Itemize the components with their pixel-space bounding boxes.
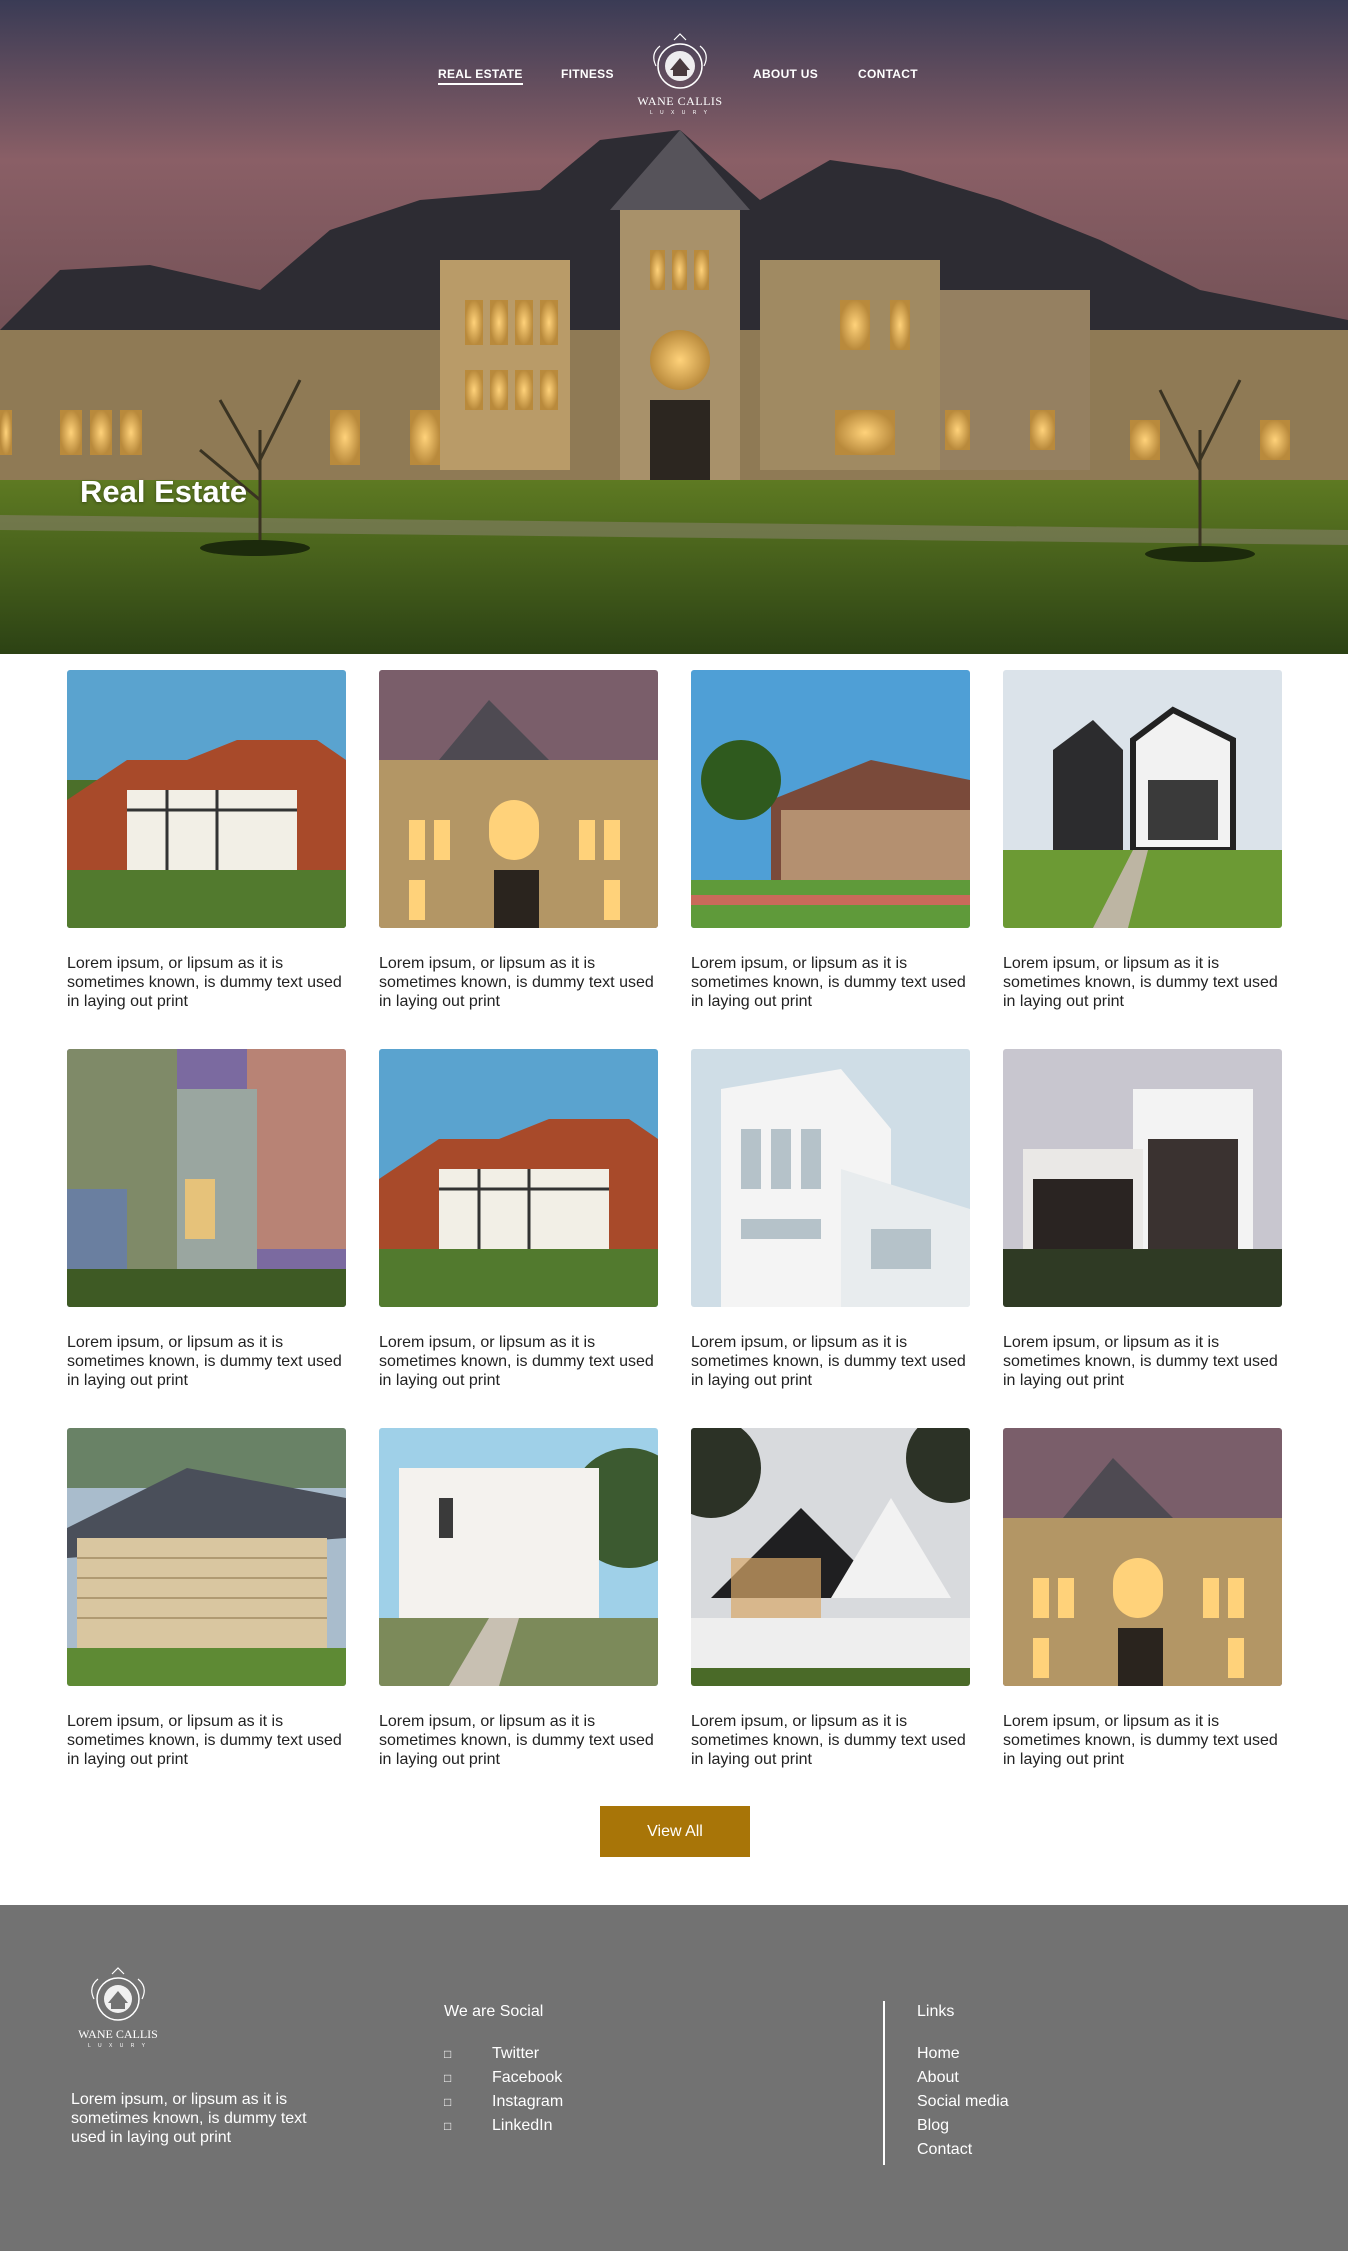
- property-card[interactable]: Lorem ipsum, or lipsum as it is sometime…: [379, 1428, 658, 1769]
- social-label: Facebook: [492, 2069, 563, 2086]
- property-card[interactable]: Lorem ipsum, or lipsum as it is sometime…: [691, 670, 970, 1011]
- links-heading: Links: [917, 2003, 955, 2020]
- property-card[interactable]: Lorem ipsum, or lipsum as it is sometime…: [1003, 670, 1282, 1011]
- social-link-linkedin[interactable]: □ LinkedIn: [444, 2114, 563, 2138]
- property-photo: [379, 1049, 658, 1307]
- property-caption: Lorem ipsum, or lipsum as it is sometime…: [379, 955, 654, 1010]
- footer-links: Home About Social media Blog Contact: [917, 2042, 1009, 2162]
- linkedin-icon: □: [444, 2119, 452, 2133]
- instagram-icon: □: [444, 2095, 452, 2109]
- site-footer: WANE CALLIS L U X U R Y Lorem ipsum, or …: [0, 1905, 1348, 2251]
- property-photo: [1003, 1049, 1282, 1307]
- footer-link-social-media[interactable]: Social media: [917, 2090, 1009, 2114]
- nav-contact[interactable]: CONTACT: [858, 67, 918, 81]
- property-card[interactable]: Lorem ipsum, or lipsum as it is sometime…: [691, 1049, 970, 1390]
- nav-real-estate[interactable]: REAL ESTATE: [438, 67, 523, 85]
- property-photo: [67, 1428, 346, 1686]
- property-photo: [379, 1428, 658, 1686]
- footer-divider: [883, 2001, 885, 2165]
- crest-icon: [653, 33, 707, 89]
- property-caption: Lorem ipsum, or lipsum as it is sometime…: [379, 1334, 654, 1389]
- property-photo: [67, 670, 346, 928]
- page-title: Real Estate: [80, 474, 248, 509]
- property-card[interactable]: Lorem ipsum, or lipsum as it is sometime…: [691, 1428, 970, 1769]
- top-navigation: REAL ESTATE FITNESS WANE CALLIS L U X U …: [0, 0, 1348, 130]
- property-caption: Lorem ipsum, or lipsum as it is sometime…: [67, 1713, 342, 1768]
- twitter-icon: □: [444, 2047, 452, 2061]
- footer-logo-name: WANE CALLIS: [78, 2027, 158, 2041]
- property-caption: Lorem ipsum, or lipsum as it is sometime…: [67, 955, 342, 1010]
- social-heading: We are Social: [444, 2003, 544, 2020]
- property-card[interactable]: Lorem ipsum, or lipsum as it is sometime…: [1003, 1049, 1282, 1390]
- property-photo: [1003, 670, 1282, 928]
- footer-link-about[interactable]: About: [917, 2066, 1009, 2090]
- property-card[interactable]: Lorem ipsum, or lipsum as it is sometime…: [1003, 1428, 1282, 1769]
- view-all-button[interactable]: View All: [600, 1806, 750, 1857]
- footer-link-home[interactable]: Home: [917, 2042, 1009, 2066]
- nav-fitness[interactable]: FITNESS: [561, 67, 614, 81]
- nav-about-us[interactable]: ABOUT US: [753, 67, 818, 81]
- property-card[interactable]: Lorem ipsum, or lipsum as it is sometime…: [67, 670, 346, 1011]
- social-link-instagram[interactable]: □ Instagram: [444, 2090, 563, 2114]
- property-photo: [691, 1428, 970, 1686]
- social-label: Instagram: [492, 2093, 564, 2110]
- property-caption: Lorem ipsum, or lipsum as it is sometime…: [691, 955, 966, 1010]
- footer-link-blog[interactable]: Blog: [917, 2114, 1009, 2138]
- property-card[interactable]: Lorem ipsum, or lipsum as it is sometime…: [67, 1428, 346, 1769]
- social-links: □ Twitter □ Facebook □ Instagram □ Linke…: [444, 2042, 563, 2138]
- brand-logo[interactable]: WANE CALLIS L U X U R Y: [630, 32, 730, 118]
- property-caption: Lorem ipsum, or lipsum as it is sometime…: [1003, 1334, 1278, 1389]
- property-card[interactable]: Lorem ipsum, or lipsum as it is sometime…: [379, 1049, 658, 1390]
- property-photo: [691, 1049, 970, 1307]
- social-label: Twitter: [492, 2045, 540, 2062]
- property-photo: [691, 670, 970, 928]
- property-photo: [1003, 1428, 1282, 1686]
- crest-icon: [91, 1967, 145, 2021]
- footer-description: Lorem ipsum, or lipsum as it is sometime…: [71, 2091, 307, 2146]
- footer-logo-tagline: L U X U R Y: [88, 2043, 148, 2049]
- property-photo: [67, 1049, 346, 1307]
- property-caption: Lorem ipsum, or lipsum as it is sometime…: [691, 1713, 966, 1768]
- hero-banner: REAL ESTATE FITNESS WANE CALLIS L U X U …: [0, 0, 1348, 654]
- logo-tagline: L U X U R Y: [650, 110, 710, 116]
- logo-name: WANE CALLIS: [637, 94, 723, 108]
- property-caption: Lorem ipsum, or lipsum as it is sometime…: [379, 1713, 654, 1768]
- social-link-facebook[interactable]: □ Facebook: [444, 2066, 563, 2090]
- property-card[interactable]: Lorem ipsum, or lipsum as it is sometime…: [379, 670, 658, 1011]
- facebook-icon: □: [444, 2071, 452, 2085]
- property-caption: Lorem ipsum, or lipsum as it is sometime…: [691, 1334, 966, 1389]
- footer-link-contact[interactable]: Contact: [917, 2138, 1009, 2162]
- footer-logo[interactable]: WANE CALLIS L U X U R Y: [70, 1967, 166, 2053]
- property-caption: Lorem ipsum, or lipsum as it is sometime…: [1003, 1713, 1278, 1768]
- property-photo: [379, 670, 658, 928]
- property-caption: Lorem ipsum, or lipsum as it is sometime…: [1003, 955, 1278, 1010]
- property-card[interactable]: Lorem ipsum, or lipsum as it is sometime…: [67, 1049, 346, 1390]
- social-label: LinkedIn: [492, 2117, 553, 2134]
- property-caption: Lorem ipsum, or lipsum as it is sometime…: [67, 1334, 342, 1389]
- social-link-twitter[interactable]: □ Twitter: [444, 2042, 563, 2066]
